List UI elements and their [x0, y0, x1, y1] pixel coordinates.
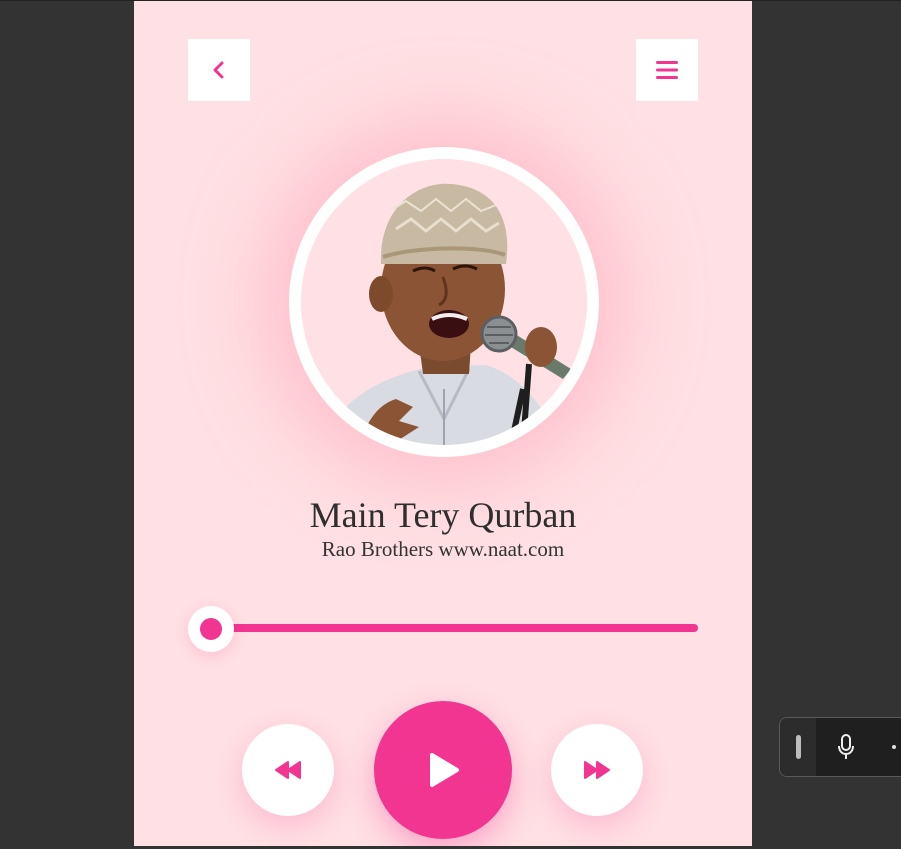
- track-title: Main Tery Qurban: [309, 495, 577, 535]
- microphone-button[interactable]: [828, 718, 864, 776]
- microphone-icon: [838, 734, 854, 759]
- album-art-frame: [289, 147, 599, 457]
- album-art: [301, 159, 587, 445]
- singer-illustration: [321, 183, 571, 445]
- progress-track[interactable]: [208, 624, 698, 632]
- progress-thumb-dot: [200, 618, 222, 640]
- voice-input-toolbar: [779, 717, 901, 777]
- menu-button[interactable]: [636, 39, 698, 101]
- track-artist: Rao Brothers www.naat.com: [321, 537, 565, 561]
- toolbar-drag-handle[interactable]: [780, 718, 816, 776]
- play-icon: [430, 753, 459, 787]
- progress-slider[interactable]: [188, 604, 698, 652]
- rewind-icon: [275, 761, 301, 779]
- play-button[interactable]: [374, 701, 512, 839]
- progress-thumb[interactable]: [188, 606, 234, 652]
- back-button[interactable]: [188, 39, 250, 101]
- next-button[interactable]: [551, 724, 643, 816]
- music-player: Main Tery Qurban Rao Brothers www.naat.c…: [134, 1, 752, 846]
- chevron-left-icon: [213, 61, 224, 79]
- fast-forward-icon: [584, 761, 610, 779]
- previous-button[interactable]: [242, 724, 334, 816]
- hamburger-menu-icon: [656, 61, 678, 79]
- more-options-icon[interactable]: [884, 718, 901, 776]
